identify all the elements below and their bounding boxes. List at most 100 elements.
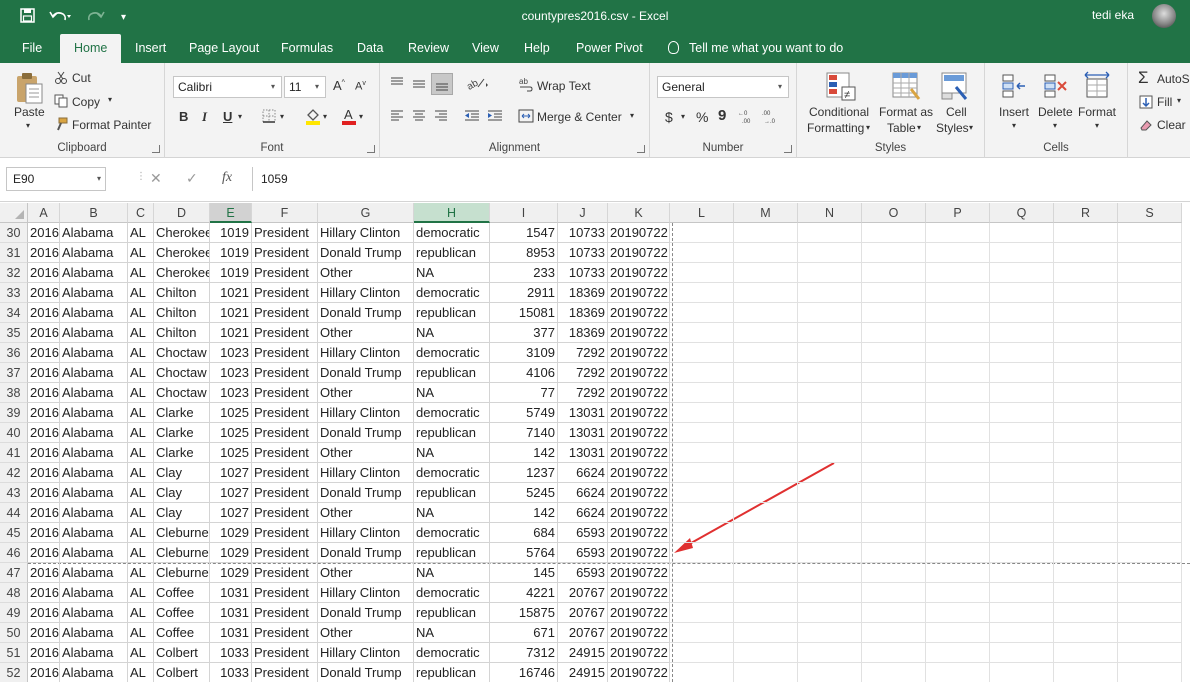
cell-r38[interactable] (1054, 383, 1118, 403)
cell-styles-button[interactable]: Cell (946, 105, 967, 119)
cell-c36[interactable]: AL (128, 343, 154, 363)
cell-h46[interactable]: republican (414, 543, 490, 563)
cell-e38[interactable]: 1023 (210, 383, 252, 403)
cell-d34[interactable]: Chilton (154, 303, 210, 323)
cell-o31[interactable] (862, 243, 926, 263)
column-header-q[interactable]: Q (990, 203, 1054, 223)
cell-h34[interactable]: republican (414, 303, 490, 323)
cell-k31[interactable]: 20190722 (608, 243, 670, 263)
cell-b47[interactable]: Alabama (60, 563, 128, 583)
cell-c45[interactable]: AL (128, 523, 154, 543)
cell-e39[interactable]: 1025 (210, 403, 252, 423)
cell-p35[interactable] (926, 323, 990, 343)
cell-i40[interactable]: 7140 (490, 423, 558, 443)
cell-a37[interactable]: 2016 (28, 363, 60, 383)
cell-f35[interactable]: President (252, 323, 318, 343)
cell-n31[interactable] (798, 243, 862, 263)
cell-j45[interactable]: 6593 (558, 523, 608, 543)
font-color-dropdown-icon[interactable]: ▾ (359, 112, 363, 121)
row-header-50[interactable]: 50 (0, 623, 28, 643)
cell-c38[interactable]: AL (128, 383, 154, 403)
cell-i44[interactable]: 142 (490, 503, 558, 523)
cell-n34[interactable] (798, 303, 862, 323)
cell-f49[interactable]: President (252, 603, 318, 623)
tab-review[interactable]: Review (406, 34, 451, 63)
cell-q39[interactable] (990, 403, 1054, 423)
cell-e42[interactable]: 1027 (210, 463, 252, 483)
column-header-o[interactable]: O (862, 203, 926, 223)
conditional-formatting-label-2[interactable]: Formatting (807, 121, 864, 135)
cell-m30[interactable] (734, 223, 798, 243)
cell-d40[interactable]: Clarke (154, 423, 210, 443)
cell-c51[interactable]: AL (128, 643, 154, 663)
cell-a32[interactable]: 2016 (28, 263, 60, 283)
wrap-text-button[interactable]: Wrap Text (537, 79, 591, 93)
cell-j34[interactable]: 18369 (558, 303, 608, 323)
cell-s31[interactable] (1118, 243, 1182, 263)
cell-a34[interactable]: 2016 (28, 303, 60, 323)
cell-e34[interactable]: 1021 (210, 303, 252, 323)
cell-s36[interactable] (1118, 343, 1182, 363)
cell-m44[interactable] (734, 503, 798, 523)
row-header-32[interactable]: 32 (0, 263, 28, 283)
cell-f51[interactable]: President (252, 643, 318, 663)
cell-h33[interactable]: democratic (414, 283, 490, 303)
cell-n47[interactable] (798, 563, 862, 583)
cell-h39[interactable]: democratic (414, 403, 490, 423)
cell-i30[interactable]: 1547 (490, 223, 558, 243)
cell-b42[interactable]: Alabama (60, 463, 128, 483)
cell-c40[interactable]: AL (128, 423, 154, 443)
column-header-r[interactable]: R (1054, 203, 1118, 223)
cell-g47[interactable]: Other (318, 563, 414, 583)
cell-g52[interactable]: Donald Trump (318, 663, 414, 682)
cell-l40[interactable] (670, 423, 734, 443)
cell-r48[interactable] (1054, 583, 1118, 603)
row-header-46[interactable]: 46 (0, 543, 28, 563)
cell-g36[interactable]: Hillary Clinton (318, 343, 414, 363)
cell-o46[interactable] (862, 543, 926, 563)
column-header-s[interactable]: S (1118, 203, 1182, 223)
cell-h45[interactable]: democratic (414, 523, 490, 543)
cell-e41[interactable]: 1025 (210, 443, 252, 463)
cell-m33[interactable] (734, 283, 798, 303)
cell-f44[interactable]: President (252, 503, 318, 523)
column-header-e[interactable]: E (210, 203, 252, 223)
cell-n38[interactable] (798, 383, 862, 403)
cell-a42[interactable]: 2016 (28, 463, 60, 483)
cell-b31[interactable]: Alabama (60, 243, 128, 263)
underline-dropdown-icon[interactable]: ▾ (238, 112, 242, 121)
cell-o36[interactable] (862, 343, 926, 363)
cell-g48[interactable]: Hillary Clinton (318, 583, 414, 603)
fill-dropdown-icon[interactable]: ▾ (1177, 96, 1181, 105)
cell-j52[interactable]: 24915 (558, 663, 608, 682)
row-header-52[interactable]: 52 (0, 663, 28, 682)
align-middle-icon[interactable] (411, 75, 427, 94)
cell-j31[interactable]: 10733 (558, 243, 608, 263)
cell-i39[interactable]: 5749 (490, 403, 558, 423)
cell-m35[interactable] (734, 323, 798, 343)
conditional-formatting-dropdown-icon[interactable]: ▾ (866, 123, 870, 132)
font-color-icon[interactable]: A (341, 107, 357, 128)
cell-d32[interactable]: Cherokee (154, 263, 210, 283)
cell-f45[interactable]: President (252, 523, 318, 543)
cell-a35[interactable]: 2016 (28, 323, 60, 343)
row-header-47[interactable]: 47 (0, 563, 28, 583)
row-header-41[interactable]: 41 (0, 443, 28, 463)
cell-d50[interactable]: Coffee (154, 623, 210, 643)
cell-q41[interactable] (990, 443, 1054, 463)
cell-d46[interactable]: Cleburne (154, 543, 210, 563)
cell-s41[interactable] (1118, 443, 1182, 463)
cell-k43[interactable]: 20190722 (608, 483, 670, 503)
format-as-table-dropdown-icon[interactable]: ▾ (917, 123, 921, 132)
cell-k44[interactable]: 20190722 (608, 503, 670, 523)
cell-b39[interactable]: Alabama (60, 403, 128, 423)
cell-f42[interactable]: President (252, 463, 318, 483)
cell-r33[interactable] (1054, 283, 1118, 303)
cell-q35[interactable] (990, 323, 1054, 343)
cell-n49[interactable] (798, 603, 862, 623)
fill-color-dropdown-icon[interactable]: ▾ (323, 112, 327, 121)
cell-o51[interactable] (862, 643, 926, 663)
cell-i43[interactable]: 5245 (490, 483, 558, 503)
cell-d47[interactable]: Cleburne (154, 563, 210, 583)
cell-b32[interactable]: Alabama (60, 263, 128, 283)
